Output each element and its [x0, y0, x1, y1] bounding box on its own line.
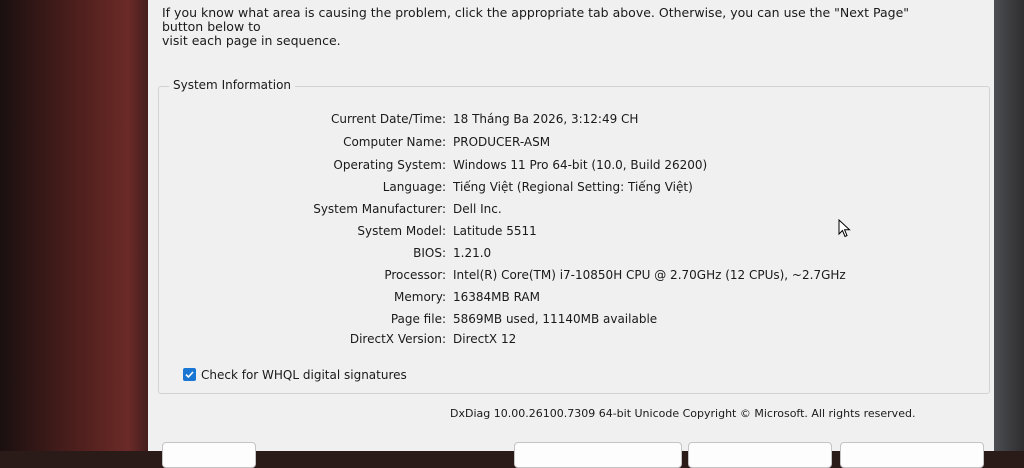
info-label: Processor:	[384, 268, 446, 282]
info-label: Operating System:	[333, 158, 446, 172]
dxdiag-window: If you know what area is causing the pro…	[148, 0, 1000, 468]
info-value: PRODUCER-ASM	[453, 135, 551, 149]
info-label: Page file:	[390, 312, 446, 326]
info-value: DirectX 12	[453, 332, 517, 346]
next-page-button[interactable]	[514, 442, 682, 468]
info-label: Current Date/Time:	[330, 112, 446, 126]
save-all-information-button[interactable]	[688, 442, 832, 468]
info-label: System Model:	[357, 224, 446, 238]
help-button[interactable]	[162, 442, 256, 468]
footer-copyright: DxDiag 10.00.26100.7309 64-bit Unicode C…	[450, 407, 916, 420]
screen-bezel-right	[994, 0, 1024, 451]
info-row-computer-name: Computer Name: PRODUCER-ASM	[159, 132, 959, 152]
info-value: Tiếng Việt (Regional Setting: Tiếng Việt…	[453, 180, 693, 194]
info-label: Language:	[382, 180, 446, 194]
system-information-group: System Information Current Date/Time: 18…	[158, 78, 990, 394]
info-label: DirectX Version:	[349, 332, 446, 346]
whql-checkbox-label[interactable]: Check for WHQL digital signatures	[201, 367, 407, 383]
info-value: 1.21.0	[453, 246, 492, 260]
info-label: BIOS:	[413, 246, 446, 260]
info-value: 16384MB RAM	[453, 290, 540, 304]
info-value: Latitude 5511	[453, 224, 537, 238]
info-row-system-manufacturer: System Manufacturer: Dell Inc.	[159, 199, 959, 219]
info-value: Dell Inc.	[453, 202, 502, 216]
intro-line-2: visit each page in sequence.	[162, 33, 341, 48]
info-row-processor: Processor: Intel(R) Core(TM) i7-10850H C…	[159, 265, 959, 285]
info-label: Memory:	[394, 290, 446, 304]
info-label: Computer Name:	[343, 135, 446, 149]
info-row-language: Language: Tiếng Việt (Regional Setting: …	[159, 177, 959, 197]
info-row-operating-system: Operating System: Windows 11 Pro 64-bit …	[159, 155, 959, 175]
info-value: Intel(R) Core(TM) i7-10850H CPU @ 2.70GH…	[453, 268, 846, 282]
info-row-memory: Memory: 16384MB RAM	[159, 287, 959, 307]
info-row-page-file: Page file: 5869MB used, 11140MB availabl…	[159, 309, 959, 329]
info-row-date-time: Current Date/Time: 18 Tháng Ba 2026, 3:1…	[159, 109, 959, 129]
info-label: System Manufacturer:	[313, 202, 446, 216]
whql-checkbox[interactable]	[183, 368, 196, 381]
exit-button[interactable]	[840, 442, 984, 468]
info-row-bios: BIOS: 1.21.0	[159, 243, 959, 263]
info-row-directx-version: DirectX Version: DirectX 12	[159, 329, 959, 349]
mouse-cursor-icon	[838, 219, 851, 238]
checkmark-icon	[185, 371, 194, 379]
group-title: System Information	[169, 78, 296, 92]
info-value: Windows 11 Pro 64-bit (10.0, Build 26200…	[453, 158, 708, 172]
intro-text: If you know what area is causing the pro…	[162, 6, 942, 48]
intro-line-1: If you know what area is causing the pro…	[162, 5, 910, 34]
info-value: 5869MB used, 11140MB available	[453, 312, 658, 326]
info-value: 18 Tháng Ba 2026, 3:12:49 CH	[453, 112, 639, 126]
screen-bezel-left	[0, 0, 160, 451]
